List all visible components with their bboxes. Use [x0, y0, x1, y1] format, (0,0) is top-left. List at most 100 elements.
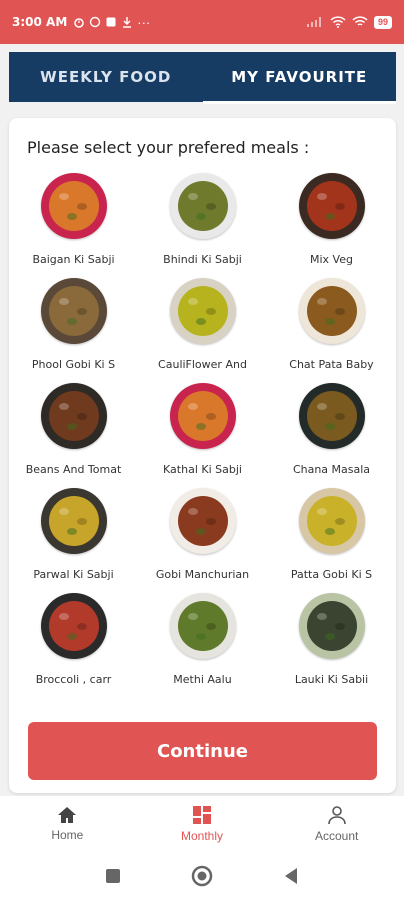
alarm-icon — [74, 18, 85, 28]
meal-name: CauliFlower And — [158, 358, 247, 371]
meal-food — [306, 391, 357, 441]
meal-texture — [324, 633, 335, 640]
meal-texture — [58, 193, 69, 200]
meal-item[interactable]: Lauki Ki Sabii — [267, 593, 396, 698]
meal-texture — [76, 203, 87, 210]
meal-texture — [58, 298, 69, 305]
nav-home[interactable]: Home — [0, 796, 135, 852]
meal-texture — [76, 518, 87, 525]
active-tab-indicator — [202, 101, 396, 104]
meal-texture — [205, 518, 216, 525]
meal-name: Patta Gobi Ki S — [290, 568, 373, 581]
meal-item[interactable]: Gobi Manchurian — [138, 488, 267, 593]
meal-item[interactable]: Parwal Ki Sabji — [9, 488, 138, 593]
meal-name: Parwal Ki Sabji — [33, 568, 114, 581]
meal-image — [298, 383, 365, 449]
meal-texture — [316, 298, 327, 305]
meal-name: Broccoli , carr — [35, 673, 112, 686]
meal-image — [169, 383, 236, 449]
meal-food — [306, 286, 357, 336]
meal-food — [177, 601, 228, 651]
meal-texture — [316, 403, 327, 410]
more-notifications-icon: ··· — [137, 14, 151, 30]
meal-item[interactable]: Patta Gobi Ki S — [267, 488, 396, 593]
meal-texture — [58, 613, 69, 620]
meal-food — [177, 181, 228, 231]
meal-texture — [187, 298, 198, 305]
meal-item[interactable]: Broccoli , carr — [9, 593, 138, 698]
tab-bar: WEEKLY FOOD MY FAVOURITE — [9, 52, 396, 104]
meal-image — [298, 488, 365, 554]
meal-food — [48, 181, 99, 231]
meal-texture — [334, 413, 345, 420]
meal-name: Mix Veg — [310, 253, 353, 266]
meal-item[interactable]: Methi Aalu — [138, 593, 267, 698]
meal-image — [40, 593, 107, 659]
meal-item[interactable]: Baigan Ki Sabji — [9, 173, 138, 278]
meal-item[interactable]: Kathal Ki Sabji — [138, 383, 267, 488]
meal-food — [177, 391, 228, 441]
meal-texture — [187, 508, 198, 515]
meal-texture — [316, 193, 327, 200]
signal-icon — [306, 17, 321, 27]
recents-icon[interactable] — [105, 868, 121, 884]
meal-texture — [66, 528, 77, 535]
wifi-6-icon — [352, 16, 368, 26]
meal-item[interactable]: Chat Pata Baby — [267, 278, 396, 383]
meal-image — [40, 383, 107, 449]
meal-name: Lauki Ki Sabii — [294, 673, 369, 686]
meal-texture — [66, 423, 77, 430]
meal-texture — [76, 623, 87, 630]
meal-texture — [66, 213, 77, 220]
meal-texture — [195, 528, 206, 535]
meal-food — [306, 181, 357, 231]
meal-item[interactable]: Phool Gobi Ki S — [9, 278, 138, 383]
meal-texture — [58, 403, 69, 410]
meal-item[interactable]: CauliFlower And — [138, 278, 267, 383]
meal-item[interactable]: Mix Veg — [267, 173, 396, 278]
meal-name: Chana Masala — [292, 463, 371, 476]
meal-texture — [76, 308, 87, 315]
meal-name: Kathal Ki Sabji — [163, 463, 242, 476]
nav-account[interactable]: Account — [269, 796, 404, 852]
meal-image — [169, 593, 236, 659]
continue-button[interactable]: Continue — [28, 722, 377, 780]
meal-texture — [205, 623, 216, 630]
meal-food — [306, 496, 357, 546]
meal-texture — [316, 613, 327, 620]
meal-item[interactable]: Bhindi Ki Sabji — [138, 173, 267, 278]
tab-my-favourite[interactable]: MY FAVOURITE — [202, 52, 396, 104]
wifi-icon — [330, 16, 346, 28]
back-icon[interactable] — [283, 867, 299, 885]
meal-item[interactable]: Beans And Tomat — [9, 383, 138, 488]
meal-item[interactable]: Chana Masala — [267, 383, 396, 488]
meal-image — [298, 173, 365, 239]
download-icon — [123, 17, 132, 28]
meal-name: Methi Aalu — [173, 673, 232, 686]
meal-texture — [334, 518, 345, 525]
tab-weekly-food-label: WEEKLY FOOD — [40, 68, 172, 86]
grid-icon — [193, 806, 211, 824]
meal-texture — [187, 613, 198, 620]
meal-selection-card: Please select your prefered meals : Baig… — [9, 118, 396, 793]
meal-image — [169, 173, 236, 239]
meal-food — [48, 286, 99, 336]
meal-texture — [205, 413, 216, 420]
meal-name: Baigan Ki Sabji — [32, 253, 115, 266]
notification-icons: ··· — [73, 15, 150, 30]
meal-texture — [324, 423, 335, 430]
nav-monthly-label: Monthly — [180, 829, 224, 843]
meal-image — [298, 593, 365, 659]
meal-name: Bhindi Ki Sabji — [163, 253, 242, 266]
meal-texture — [195, 318, 206, 325]
meal-image — [298, 278, 365, 344]
meal-texture — [187, 193, 198, 200]
home-icon — [58, 807, 77, 823]
home-circle-icon[interactable] — [191, 865, 213, 887]
meal-texture — [195, 423, 206, 430]
bottom-navigation: Home Monthly Account — [0, 796, 404, 852]
tab-weekly-food[interactable]: WEEKLY FOOD — [9, 52, 203, 102]
nav-monthly[interactable]: Monthly — [135, 796, 270, 852]
meal-texture — [195, 213, 206, 220]
meal-texture — [334, 308, 345, 315]
